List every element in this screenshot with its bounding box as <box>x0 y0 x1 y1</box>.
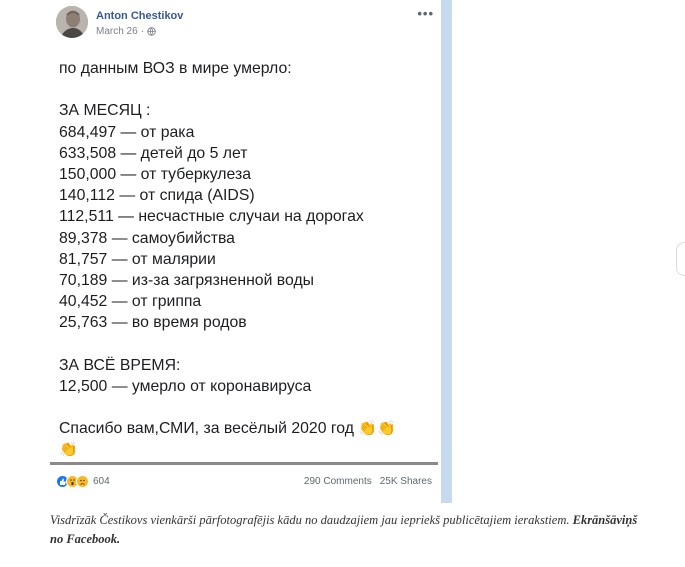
post-text-line: 112,511 — несчастные случаи на дорогах <box>59 208 364 226</box>
avatar[interactable] <box>56 6 88 38</box>
comments-count[interactable]: 290 Comments <box>304 476 372 487</box>
shares-count[interactable]: 25K Shares <box>380 476 432 487</box>
post-text-line: 633,508 — детей до 5 лет <box>59 144 248 162</box>
caption-text: Visdrīzāk Čestikovs vienkārši pārfotogra… <box>50 513 570 527</box>
post-meta: March 26 · <box>96 26 156 37</box>
image-caption: Visdrīzāk Čestikovs vienkārši pārfotogra… <box>50 511 640 549</box>
meta-separator: · <box>140 26 145 37</box>
post-text-line: 25,763 — во время родов <box>59 314 247 332</box>
post-text-line: 12,500 — умерло от коронавируса <box>59 377 312 395</box>
side-comment-bubble <box>676 242 685 276</box>
reaction-count[interactable]: 604 <box>93 476 110 487</box>
post-text-line: ЗА МЕСЯЦ : <box>59 102 151 120</box>
post-text-line: 40,452 — от гриппа <box>59 293 202 311</box>
clapping-hands-icon-2: 👏 <box>59 441 78 459</box>
more-options-icon[interactable]: ••• <box>417 6 434 21</box>
engagement-stats: 290 Comments 25K Shares <box>304 476 432 487</box>
post-text-line: по данным ВОЗ в мире умерло: <box>59 60 292 77</box>
reactions-summary[interactable]: 604 <box>56 474 110 488</box>
post-closing-line-2: 👏 <box>59 439 439 460</box>
post-header: Anton Chestikov March 26 · ••• <box>56 6 434 42</box>
post-text-line: 70,189 — из-за загрязненной воды <box>59 271 315 289</box>
facebook-post-card: Anton Chestikov March 26 · ••• по данным… <box>44 0 440 500</box>
post-date[interactable]: March 26 <box>96 26 138 37</box>
post-footer: 604 290 Comments 25K Shares <box>56 473 432 489</box>
post-divider <box>50 462 438 465</box>
sad-icon <box>76 474 89 488</box>
post-text: по данным ВОЗ в мире умерло: ЗА МЕСЯЦ : 68… <box>59 58 439 461</box>
post-text-line: 150,000 — от туберкулеза <box>59 165 251 183</box>
closing-text: Спасибо вам,СМИ, за весёлый 2020 год <box>59 420 354 438</box>
post-closing-line: Спасибо вам,СМИ, за весёлый 2020 год 👏👏 <box>59 418 439 439</box>
post-author-name[interactable]: Anton Chestikov <box>96 10 183 22</box>
avatar-photo-icon <box>56 6 88 38</box>
clapping-hands-icon: 👏👏 <box>358 420 396 438</box>
accent-bar <box>441 0 452 503</box>
post-text-line: ЗА ВСЁ ВРЕМЯ: <box>59 356 181 374</box>
post-text-line: 684,497 — от рака <box>59 123 195 141</box>
post-text-line: 89,378 — самоубийства <box>59 229 235 247</box>
globe-icon <box>147 27 156 36</box>
post-text-line: 81,757 — от малярии <box>59 250 216 268</box>
post-text-line: 140,112 — от спида (AIDS) <box>59 187 255 205</box>
